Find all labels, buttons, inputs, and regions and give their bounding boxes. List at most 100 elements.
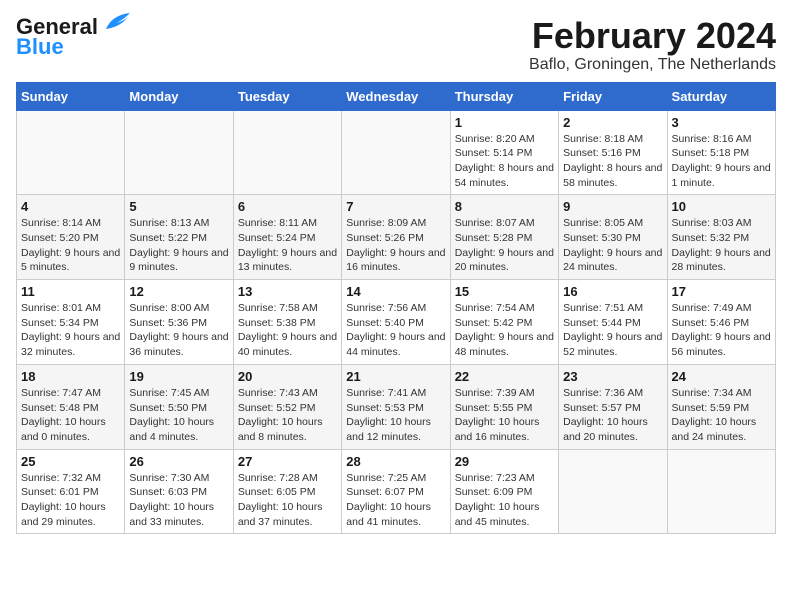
- day-number: 17: [672, 284, 771, 299]
- day-number: 1: [455, 115, 554, 130]
- calendar-cell: [233, 110, 341, 195]
- calendar-header-row: SundayMondayTuesdayWednesdayThursdayFrid…: [17, 82, 776, 110]
- day-info: Sunrise: 7:36 AM Sunset: 5:57 PM Dayligh…: [563, 386, 662, 445]
- day-info: Sunrise: 8:09 AM Sunset: 5:26 PM Dayligh…: [346, 216, 445, 275]
- calendar-cell: 4 Sunrise: 8:14 AM Sunset: 5:20 PM Daylig…: [17, 195, 125, 280]
- calendar-cell: 24Sunrise: 7:34 AM Sunset: 5:59 PM Dayli…: [667, 364, 775, 449]
- day-info: Sunrise: 7:39 AM Sunset: 5:55 PM Dayligh…: [455, 386, 554, 445]
- day-number: 4: [21, 199, 120, 214]
- day-number: 27: [238, 454, 337, 469]
- calendar-cell: 18Sunrise: 7:47 AM Sunset: 5:48 PM Dayli…: [17, 364, 125, 449]
- day-info: Sunrise: 8:01 AM Sunset: 5:34 PM Dayligh…: [21, 301, 120, 360]
- calendar-cell: 7 Sunrise: 8:09 AM Sunset: 5:26 PM Daylig…: [342, 195, 450, 280]
- calendar-cell: [559, 449, 667, 534]
- calendar-header-friday: Friday: [559, 82, 667, 110]
- day-number: 11: [21, 284, 120, 299]
- calendar-cell: 21Sunrise: 7:41 AM Sunset: 5:53 PM Dayli…: [342, 364, 450, 449]
- calendar-cell: 13 Sunrise: 7:58 AM Sunset: 5:38 PM Dayli…: [233, 280, 341, 365]
- day-number: 12: [129, 284, 228, 299]
- day-number: 8: [455, 199, 554, 214]
- logo-blue: Blue: [16, 36, 64, 58]
- day-number: 28: [346, 454, 445, 469]
- calendar-cell: 11 Sunrise: 8:01 AM Sunset: 5:34 PM Dayli…: [17, 280, 125, 365]
- calendar-cell: 16 Sunrise: 7:51 AM Sunset: 5:44 PM Dayli…: [559, 280, 667, 365]
- day-info: Sunrise: 7:43 AM Sunset: 5:52 PM Dayligh…: [238, 386, 337, 445]
- logo: General Blue: [16, 16, 130, 58]
- day-number: 10: [672, 199, 771, 214]
- day-number: 5: [129, 199, 228, 214]
- day-info: Sunrise: 8:00 AM Sunset: 5:36 PM Dayligh…: [129, 301, 228, 360]
- calendar-header-tuesday: Tuesday: [233, 82, 341, 110]
- day-info: Sunrise: 7:32 AM Sunset: 6:01 PM Dayligh…: [21, 471, 120, 530]
- title-area: February 2024 Baflo, Groningen, The Neth…: [529, 16, 776, 74]
- day-number: 16: [563, 284, 662, 299]
- day-number: 6: [238, 199, 337, 214]
- day-number: 20: [238, 369, 337, 384]
- calendar-cell: 9 Sunrise: 8:05 AM Sunset: 5:30 PM Daylig…: [559, 195, 667, 280]
- day-number: 9: [563, 199, 662, 214]
- calendar-cell: 27 Sunrise: 7:28 AM Sunset: 6:05 PM Dayli…: [233, 449, 341, 534]
- calendar-table: SundayMondayTuesdayWednesdayThursdayFrid…: [16, 82, 776, 535]
- calendar-cell: 25 Sunrise: 7:32 AM Sunset: 6:01 PM Dayli…: [17, 449, 125, 534]
- calendar-header-wednesday: Wednesday: [342, 82, 450, 110]
- calendar-cell: 12 Sunrise: 8:00 AM Sunset: 5:36 PM Dayli…: [125, 280, 233, 365]
- calendar-cell: 6Sunrise: 8:11 AM Sunset: 5:24 PM Daylig…: [233, 195, 341, 280]
- location-title: Baflo, Groningen, The Netherlands: [529, 56, 776, 74]
- day-info: Sunrise: 7:51 AM Sunset: 5:44 PM Dayligh…: [563, 301, 662, 360]
- calendar-cell: 15 Sunrise: 7:54 AM Sunset: 5:42 PM Dayli…: [450, 280, 558, 365]
- day-info: Sunrise: 8:20 AM Sunset: 5:14 PM Dayligh…: [455, 132, 554, 191]
- day-info: Sunrise: 8:05 AM Sunset: 5:30 PM Dayligh…: [563, 216, 662, 275]
- calendar-header-thursday: Thursday: [450, 82, 558, 110]
- calendar-cell: 3 Sunrise: 8:16 AM Sunset: 5:18 PM Daylig…: [667, 110, 775, 195]
- day-info: Sunrise: 8:16 AM Sunset: 5:18 PM Dayligh…: [672, 132, 771, 191]
- day-number: 2: [563, 115, 662, 130]
- calendar-cell: 2 Sunrise: 8:18 AM Sunset: 5:16 PM Daylig…: [559, 110, 667, 195]
- day-info: Sunrise: 7:34 AM Sunset: 5:59 PM Dayligh…: [672, 386, 771, 445]
- logo-bird-icon: [102, 13, 130, 33]
- day-info: Sunrise: 7:54 AM Sunset: 5:42 PM Dayligh…: [455, 301, 554, 360]
- calendar-week-row: 1 Sunrise: 8:20 AM Sunset: 5:14 PM Daylig…: [17, 110, 776, 195]
- calendar-header-sunday: Sunday: [17, 82, 125, 110]
- calendar-cell: 23 Sunrise: 7:36 AM Sunset: 5:57 PM Dayli…: [559, 364, 667, 449]
- calendar-cell: 1 Sunrise: 8:20 AM Sunset: 5:14 PM Daylig…: [450, 110, 558, 195]
- day-number: 3: [672, 115, 771, 130]
- day-info: Sunrise: 7:25 AM Sunset: 6:07 PM Dayligh…: [346, 471, 445, 530]
- calendar-week-row: 4 Sunrise: 8:14 AM Sunset: 5:20 PM Daylig…: [17, 195, 776, 280]
- calendar-cell: 17 Sunrise: 7:49 AM Sunset: 5:46 PM Dayli…: [667, 280, 775, 365]
- day-number: 29: [455, 454, 554, 469]
- calendar-body: 1 Sunrise: 8:20 AM Sunset: 5:14 PM Daylig…: [17, 110, 776, 534]
- calendar-cell: [125, 110, 233, 195]
- calendar-header-saturday: Saturday: [667, 82, 775, 110]
- day-info: Sunrise: 7:58 AM Sunset: 5:38 PM Dayligh…: [238, 301, 337, 360]
- day-number: 14: [346, 284, 445, 299]
- calendar-week-row: 18Sunrise: 7:47 AM Sunset: 5:48 PM Dayli…: [17, 364, 776, 449]
- day-info: Sunrise: 8:18 AM Sunset: 5:16 PM Dayligh…: [563, 132, 662, 191]
- calendar-cell: [342, 110, 450, 195]
- day-info: Sunrise: 7:56 AM Sunset: 5:40 PM Dayligh…: [346, 301, 445, 360]
- calendar-cell: 29Sunrise: 7:23 AM Sunset: 6:09 PM Dayli…: [450, 449, 558, 534]
- calendar-week-row: 25 Sunrise: 7:32 AM Sunset: 6:01 PM Dayli…: [17, 449, 776, 534]
- calendar-cell: 8 Sunrise: 8:07 AM Sunset: 5:28 PM Daylig…: [450, 195, 558, 280]
- header: General Blue February 2024 Baflo, Gronin…: [16, 16, 776, 74]
- day-info: Sunrise: 7:45 AM Sunset: 5:50 PM Dayligh…: [129, 386, 228, 445]
- calendar-cell: 10Sunrise: 8:03 AM Sunset: 5:32 PM Dayli…: [667, 195, 775, 280]
- day-info: Sunrise: 7:28 AM Sunset: 6:05 PM Dayligh…: [238, 471, 337, 530]
- day-number: 15: [455, 284, 554, 299]
- calendar-cell: 14 Sunrise: 7:56 AM Sunset: 5:40 PM Dayli…: [342, 280, 450, 365]
- day-info: Sunrise: 7:47 AM Sunset: 5:48 PM Dayligh…: [21, 386, 120, 445]
- day-number: 25: [21, 454, 120, 469]
- day-number: 19: [129, 369, 228, 384]
- calendar-cell: 26Sunrise: 7:30 AM Sunset: 6:03 PM Dayli…: [125, 449, 233, 534]
- day-number: 13: [238, 284, 337, 299]
- day-info: Sunrise: 7:30 AM Sunset: 6:03 PM Dayligh…: [129, 471, 228, 530]
- calendar-cell: [17, 110, 125, 195]
- day-info: Sunrise: 8:07 AM Sunset: 5:28 PM Dayligh…: [455, 216, 554, 275]
- day-number: 7: [346, 199, 445, 214]
- day-info: Sunrise: 7:41 AM Sunset: 5:53 PM Dayligh…: [346, 386, 445, 445]
- day-info: Sunrise: 7:49 AM Sunset: 5:46 PM Dayligh…: [672, 301, 771, 360]
- day-info: Sunrise: 8:14 AM Sunset: 5:20 PM Dayligh…: [21, 216, 120, 275]
- calendar-cell: 19 Sunrise: 7:45 AM Sunset: 5:50 PM Dayli…: [125, 364, 233, 449]
- day-number: 23: [563, 369, 662, 384]
- calendar-header-monday: Monday: [125, 82, 233, 110]
- month-title: February 2024: [529, 16, 776, 56]
